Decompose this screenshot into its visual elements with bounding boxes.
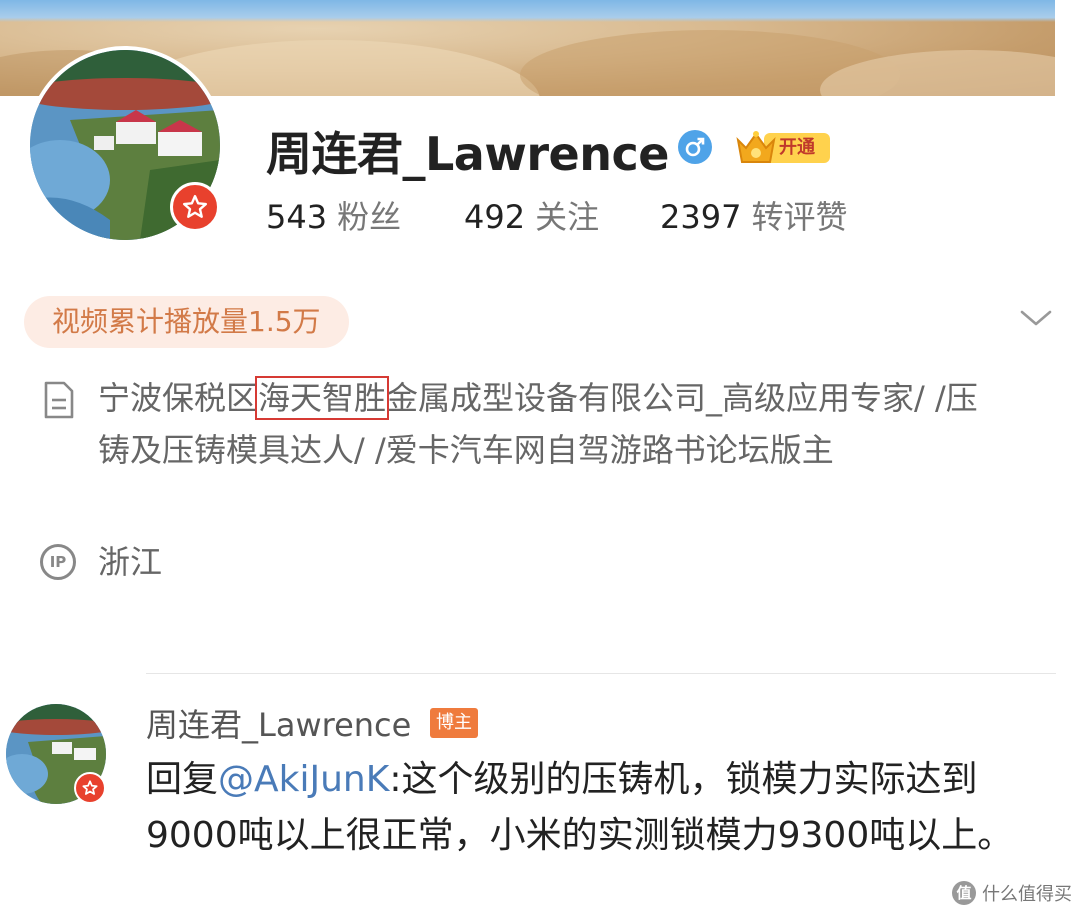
watermark-logo-icon: 值 <box>952 881 976 905</box>
ip-location-text: 浙江 <box>98 543 163 581</box>
profile-username: 周连君_Lawrence <box>266 127 669 181</box>
blogger-tag: 博主 <box>430 708 478 738</box>
bio-highlight: 海天智胜 <box>255 376 390 420</box>
video-plays-badge[interactable]: 视频累计播放量1.5万 <box>24 296 349 348</box>
watermark-text: 什么值得买 <box>982 884 1072 905</box>
stat-interactions-label: 转评赞 <box>751 198 848 236</box>
male-gender-icon <box>678 130 712 164</box>
stat-interactions[interactable]: 2397 转评赞 <box>660 192 847 238</box>
comment-mention-link[interactable]: @AkiJunK <box>218 759 389 800</box>
bio-text-start: 宁波保税区 <box>98 379 259 417</box>
stat-following[interactable]: 492 关注 <box>464 192 599 238</box>
section-divider <box>146 673 1056 674</box>
crown-icon <box>736 131 776 163</box>
profile-bio: 宁波保税区海天智胜金属成型设备有限公司_高级应用专家/ /压铸及压铸模具达人/ … <box>98 372 998 476</box>
comment-star-badge-icon <box>74 772 106 804</box>
chevron-down-icon[interactable] <box>1018 306 1054 334</box>
comment-reply-prefix: 回复 <box>146 759 219 800</box>
stat-following-label: 关注 <box>535 198 600 236</box>
stat-fans-count: 543 <box>266 198 328 236</box>
stat-interactions-count: 2397 <box>660 198 742 236</box>
ip-location-icon: IP <box>40 544 76 580</box>
stat-following-count: 492 <box>464 198 526 236</box>
stat-fans-label: 粉丝 <box>337 198 402 236</box>
stat-fans[interactable]: 543 粉丝 <box>266 192 401 238</box>
comment-author[interactable]: 周连君_Lawrence <box>146 700 411 746</box>
site-watermark: 值 什么值得买 <box>952 880 1072 906</box>
comment-text: 回复@AkiJunK:这个级别的压铸机，锁模力实际达到9000吨以上很正常，小米… <box>146 752 1026 864</box>
document-icon <box>42 380 76 424</box>
vip-activate-badge[interactable]: 开通 <box>734 126 834 170</box>
official-star-badge-icon <box>170 182 220 232</box>
